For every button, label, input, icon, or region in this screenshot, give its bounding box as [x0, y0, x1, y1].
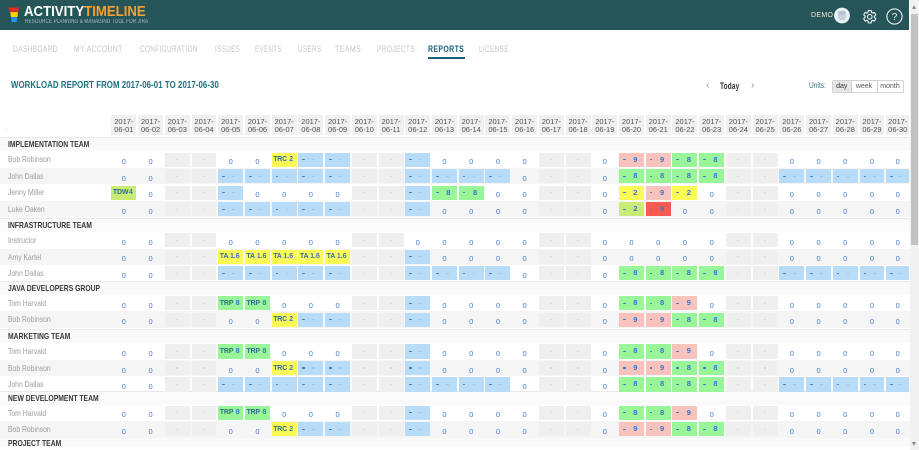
svg-text:?: ?: [892, 12, 898, 23]
